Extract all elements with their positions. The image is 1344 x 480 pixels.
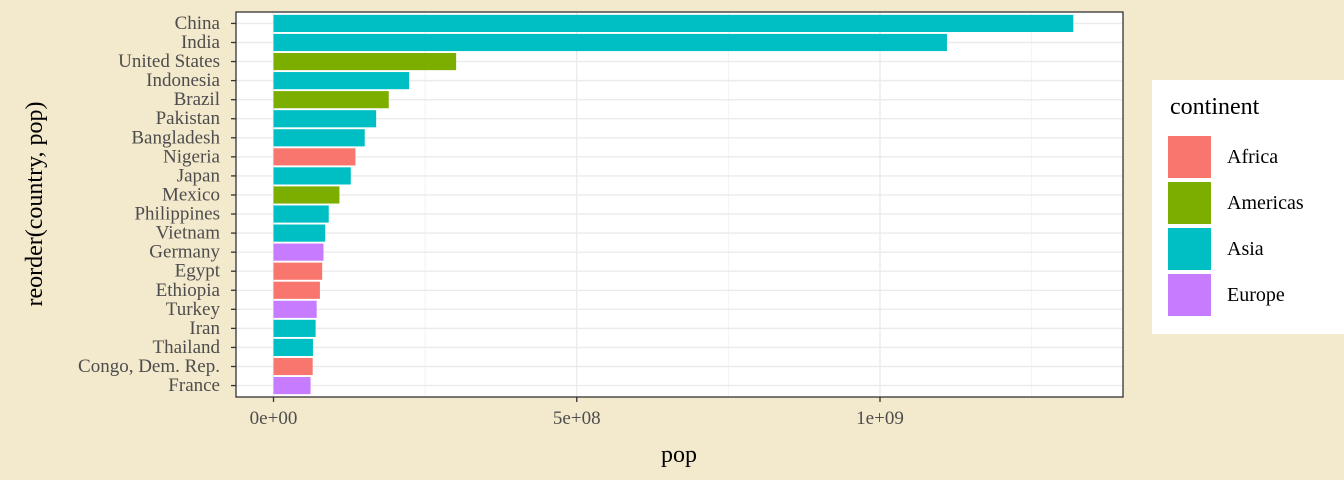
legend-key-europe (1168, 274, 1211, 316)
x-axis-title: pop (661, 442, 697, 468)
legend-label-americas: Americas (1227, 192, 1304, 214)
y-tick-label: Congo, Dem. Rep. (78, 356, 220, 377)
y-tick-label: France (168, 375, 220, 396)
x-axis: 0e+00 5e+08 1e+09 (250, 397, 904, 429)
x-tick-label: 5e+08 (553, 408, 601, 429)
bar-mexico (273, 186, 340, 204)
bar-iran (273, 319, 316, 337)
y-tick-label: Turkey (166, 299, 221, 320)
bar-china (273, 14, 1074, 33)
bar-germany (273, 243, 324, 261)
y-tick-label: United States (118, 51, 220, 72)
bar-philippines (273, 205, 329, 223)
y-tick-label: Egypt (175, 261, 221, 282)
bar-ethiopia (273, 281, 320, 299)
legend-label-africa: Africa (1227, 146, 1279, 168)
y-tick-label: Iran (189, 318, 220, 339)
bar-vietnam (273, 224, 326, 242)
legend-title: continent (1170, 94, 1260, 120)
bar-brazil (273, 91, 389, 109)
bar-japan (273, 167, 351, 185)
y-tick-label: Indonesia (146, 70, 220, 91)
legend-key-africa (1168, 136, 1211, 178)
bar-chart: ChinaIndiaUnited StatesIndonesiaBrazilPa… (22, 11, 1124, 468)
y-tick-label: Nigeria (163, 146, 221, 167)
legend-key-americas (1168, 182, 1211, 224)
y-tick-label: Mexico (162, 184, 220, 205)
bar-congo-dem-rep (273, 357, 313, 376)
y-tick-label: Thailand (152, 337, 220, 358)
bar-bangladesh (273, 129, 365, 147)
legend-label-europe: Europe (1227, 284, 1285, 306)
y-tick-label: Ethiopia (156, 280, 221, 301)
bar-united-states (273, 52, 457, 71)
y-tick-label: Philippines (134, 204, 220, 225)
y-tick-label: Bangladesh (131, 127, 220, 148)
y-axis-title: reorder(country, pop) (22, 101, 48, 306)
x-tick-label: 1e+09 (856, 408, 904, 429)
bar-indonesia (273, 72, 410, 90)
bar-pakistan (273, 110, 377, 128)
bar-france (273, 376, 311, 395)
y-tick-label: Vietnam (156, 223, 221, 244)
y-tick-label: India (181, 32, 221, 53)
y-axis: ChinaIndiaUnited StatesIndonesiaBrazilPa… (78, 13, 236, 396)
bar-india (273, 33, 947, 52)
bar-egypt (273, 262, 323, 280)
y-tick-label: Japan (177, 165, 221, 186)
bar-thailand (273, 338, 313, 357)
y-tick-label: Brazil (174, 89, 220, 110)
legend: continent Africa Americas Asia Europe (1152, 80, 1344, 334)
x-tick-label: 0e+00 (250, 408, 298, 429)
y-tick-label: Germany (149, 242, 220, 263)
y-tick-label: Pakistan (156, 108, 221, 129)
bar-turkey (273, 300, 317, 318)
legend-label-asia: Asia (1227, 238, 1264, 260)
y-tick-label: China (175, 13, 221, 34)
legend-key-asia (1168, 228, 1211, 270)
bar-nigeria (273, 148, 356, 166)
